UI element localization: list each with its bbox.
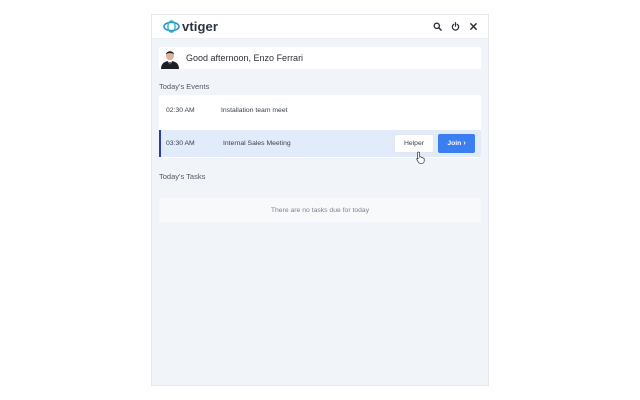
search-icon[interactable] xyxy=(433,22,442,31)
event-time: 02:30 AM xyxy=(166,106,195,114)
join-button-label: Join xyxy=(447,140,462,147)
event-time: 03:30 AM xyxy=(166,140,195,147)
helper-button-label: Helper xyxy=(403,140,425,147)
event-row[interactable]: 02:30 AM Installation team meet xyxy=(159,95,481,125)
hand-pointer-cursor-icon xyxy=(416,151,425,164)
event-title: Installation team meet xyxy=(221,106,288,114)
header-actions xyxy=(433,22,478,31)
helper-button[interactable]: Helper xyxy=(394,134,434,153)
greeting-text: Good afternoon, Enzo Ferrari xyxy=(186,53,304,63)
close-icon[interactable] xyxy=(469,22,478,31)
tasks-section-title: Today's Tasks xyxy=(159,172,206,181)
event-row-active[interactable]: 03:30 AM Internal Sales Meeting Helper J… xyxy=(159,130,481,157)
vtiger-panel: vtiger Good afternoon, Enzo Ferrari Toda… xyxy=(151,14,489,386)
events-list: 02:30 AM Installation team meet 03:30 AM… xyxy=(159,95,481,158)
join-button[interactable]: Join › xyxy=(438,134,475,153)
power-icon[interactable] xyxy=(451,22,460,31)
event-title: Internal Sales Meeting xyxy=(223,140,291,147)
vtiger-logo: vtiger xyxy=(163,19,218,34)
top-bar: vtiger xyxy=(152,15,488,39)
tasks-empty-text: There are no tasks due for today xyxy=(270,206,370,214)
brand-name: vtiger xyxy=(182,19,219,34)
events-section-title: Today's Events xyxy=(159,82,210,91)
avatar xyxy=(159,47,181,69)
vtiger-logo-icon xyxy=(163,20,180,33)
chevron-right-icon: › xyxy=(463,140,466,147)
greeting-card: Good afternoon, Enzo Ferrari xyxy=(159,47,481,69)
tasks-empty-state: There are no tasks due for today xyxy=(159,198,481,222)
